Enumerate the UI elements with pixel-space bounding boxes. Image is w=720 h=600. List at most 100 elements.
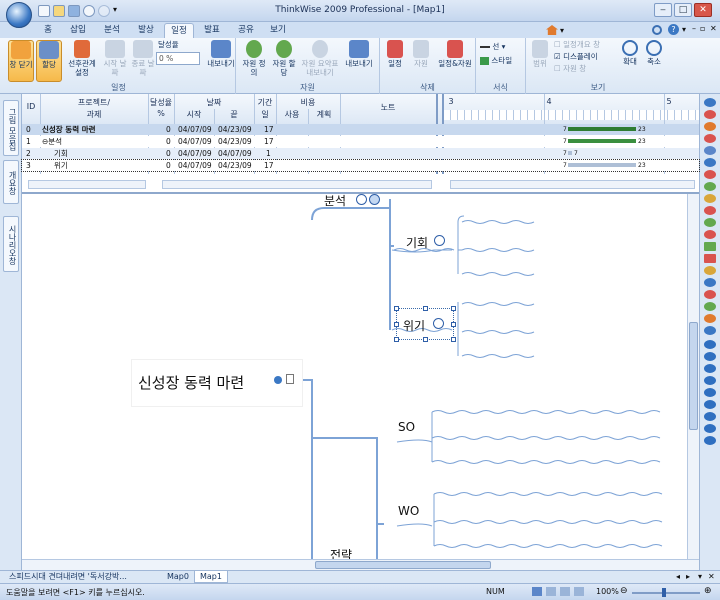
topic-so[interactable]: SO	[396, 420, 426, 436]
resource-export-button[interactable]: 내보내기	[342, 40, 376, 82]
ribbon-restore-button[interactable]: ▫	[700, 24, 705, 33]
display-toggle[interactable]: ☑ 디스플레이	[554, 52, 620, 61]
tab-presentation[interactable]: 발표	[198, 23, 226, 38]
view-normal-icon[interactable]	[532, 587, 542, 596]
resource-define-button[interactable]: 자원 정의	[240, 40, 268, 82]
gantt-timeline-hscroll[interactable]	[450, 180, 695, 189]
priority-7-icon[interactable]	[704, 412, 716, 421]
tab-outline-window[interactable]: 개요창	[3, 160, 19, 204]
tab-clipart-gallery[interactable]: 그림 모음집	[3, 100, 19, 156]
delete-resource-button[interactable]: 자원	[408, 40, 434, 82]
note-icon[interactable]	[286, 374, 294, 384]
central-topic[interactable]: 신성장 동력 마련	[132, 360, 302, 406]
priority-8-icon[interactable]	[704, 424, 716, 433]
zoom-in-button[interactable]: 확대	[618, 40, 642, 82]
task-bar[interactable]	[568, 151, 572, 155]
task-bar[interactable]	[568, 163, 636, 167]
exclamation-icon[interactable]	[704, 110, 716, 119]
tab-schedule[interactable]: 일정	[164, 23, 194, 38]
table-row[interactable]: 0 신성장 동력 마련 0 04/07/09 04/23/09 17 7 23	[22, 124, 699, 135]
doc-tab-map0[interactable]: Map0	[162, 571, 194, 583]
ribbon-minimize-button[interactable]: –	[692, 24, 696, 33]
person-orange-icon[interactable]	[704, 314, 716, 323]
dollar-icon[interactable]	[704, 326, 716, 335]
priority-9-icon[interactable]	[704, 436, 716, 445]
progress-input[interactable]: 0 %	[156, 52, 200, 65]
topic-threat-selected[interactable]: 위기	[394, 306, 456, 342]
view-outline-icon[interactable]	[546, 587, 556, 596]
checkmark-icon[interactable]	[704, 218, 716, 227]
tab-close-icon[interactable]: ✕	[708, 572, 715, 581]
doc-tab-map1[interactable]: Map1	[194, 571, 228, 583]
person-green-icon[interactable]	[704, 302, 716, 311]
assign-button[interactable]: 할당	[36, 40, 62, 82]
flag-orange-icon[interactable]	[704, 266, 716, 275]
application-menu-button[interactable]	[6, 2, 32, 28]
range-button[interactable]: 범위	[528, 40, 552, 82]
mind-map-canvas[interactable]: 신성장 동력 마련 분석 기회 위기 SO WO 전략	[22, 194, 687, 559]
tab-ideation[interactable]: 발상	[132, 23, 160, 38]
close-bar-button[interactable]: 창 닫기	[8, 40, 34, 82]
resource-summary-button[interactable]: 자원 요약표 내보내기	[300, 40, 340, 82]
tab-view[interactable]: 보기	[264, 23, 292, 38]
priority-2-icon[interactable]	[704, 352, 716, 361]
canvas-vertical-scrollbar[interactable]	[687, 194, 699, 559]
delete-schedule-button[interactable]: 일정	[382, 40, 408, 82]
globe-icon[interactable]	[274, 376, 282, 384]
doc-tab-article[interactable]: 스피드시대 견뎌내려면 '독서강박...	[4, 571, 132, 583]
scroll-thumb[interactable]	[315, 561, 491, 569]
summary-bar[interactable]	[568, 127, 636, 131]
topic-opportunity[interactable]: 기회	[404, 232, 464, 250]
help-dropdown-icon[interactable]: ▾	[682, 25, 686, 34]
person-red-icon[interactable]	[704, 290, 716, 299]
flag-icon[interactable]	[704, 134, 716, 143]
selection-handle[interactable]	[451, 306, 456, 311]
table-row[interactable]: 2 기회 0 04/07/09 04/07/09 1 7 7	[22, 148, 699, 159]
delete-both-button[interactable]: 일정&자원	[436, 40, 474, 82]
tab-scroll-right-icon[interactable]: ▸	[686, 572, 690, 581]
zoom-slider-thumb[interactable]	[662, 588, 666, 597]
predecessor-button[interactable]: 선후관계 설정	[64, 40, 100, 82]
selection-handle[interactable]	[394, 322, 399, 327]
home-dropdown-icon[interactable]: ▾	[560, 26, 564, 35]
cross-icon[interactable]	[704, 206, 716, 215]
maximize-button[interactable]: □	[674, 3, 692, 17]
task-box-icon[interactable]	[704, 242, 716, 251]
warning-icon[interactable]	[704, 122, 716, 131]
lightbulb-icon[interactable]	[704, 194, 716, 203]
priority-6-icon[interactable]	[704, 400, 716, 409]
close-window-button[interactable]: ✕	[694, 3, 712, 17]
resource-window-toggle[interactable]: ☐ 자원 창	[554, 64, 620, 73]
minimize-button[interactable]: ‒	[654, 3, 672, 17]
topic-strategy[interactable]: 전략	[328, 546, 368, 559]
priority-4-icon[interactable]	[704, 376, 716, 385]
zoom-out-small-icon[interactable]: ⊖	[620, 586, 628, 596]
calendar-mark-icon[interactable]	[704, 254, 716, 263]
tab-insert[interactable]: 삽입	[64, 23, 92, 38]
schedule-summary-toggle[interactable]: ☐ 일정개요 창	[554, 40, 620, 49]
line-button[interactable]: 선 ▾	[480, 42, 524, 51]
selection-handle[interactable]	[394, 306, 399, 311]
question-icon[interactable]	[704, 158, 716, 167]
table-row[interactable]: 1 ⊖분석 0 04/07/09 04/23/09 17 7 23	[22, 136, 699, 147]
tab-share[interactable]: 공유	[232, 23, 260, 38]
topic-analysis[interactable]: 분석	[320, 194, 390, 208]
arrow-right-icon[interactable]	[704, 230, 716, 239]
resource-assign-button[interactable]: 자원 할당	[270, 40, 298, 82]
view-gantt-icon[interactable]	[560, 587, 570, 596]
tab-scroll-left-icon[interactable]: ◂	[676, 572, 680, 581]
zoom-slider[interactable]	[632, 592, 700, 594]
tab-list-icon[interactable]: ▾	[698, 572, 702, 581]
end-date-button[interactable]: 종료 날짜	[130, 40, 156, 82]
selection-handle[interactable]	[394, 337, 399, 342]
task-bar[interactable]	[568, 139, 636, 143]
ribbon-close-button[interactable]: ✕	[710, 24, 717, 33]
selection-handle[interactable]	[423, 337, 428, 342]
tab-home[interactable]: 홈	[36, 23, 60, 38]
tab-analysis[interactable]: 분석	[98, 23, 126, 38]
topic-wo[interactable]: WO	[396, 504, 426, 520]
circle-icon[interactable]	[704, 98, 716, 107]
style-button[interactable]: 스타일	[480, 56, 524, 65]
priority-3-icon[interactable]	[704, 364, 716, 373]
clock-icon[interactable]	[433, 318, 444, 329]
